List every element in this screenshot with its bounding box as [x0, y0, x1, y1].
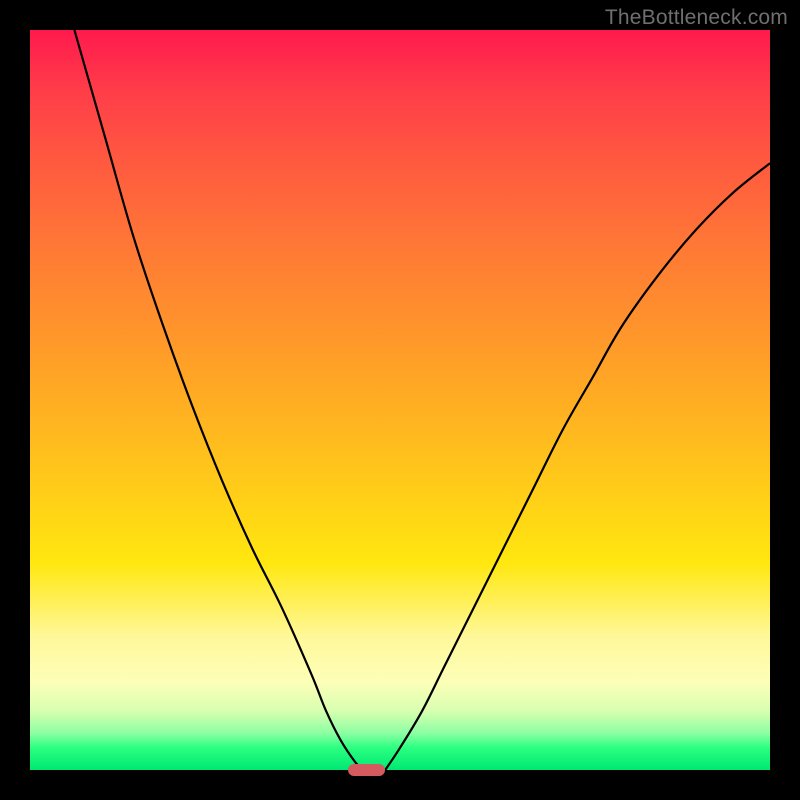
curve-right-branch: [385, 163, 770, 770]
plot-area: [30, 30, 770, 770]
curve-left-branch: [74, 30, 363, 770]
minimum-marker: [348, 764, 385, 776]
chart-frame: TheBottleneck.com: [0, 0, 800, 800]
watermark-text: TheBottleneck.com: [605, 6, 788, 30]
bottleneck-curve: [30, 30, 770, 770]
